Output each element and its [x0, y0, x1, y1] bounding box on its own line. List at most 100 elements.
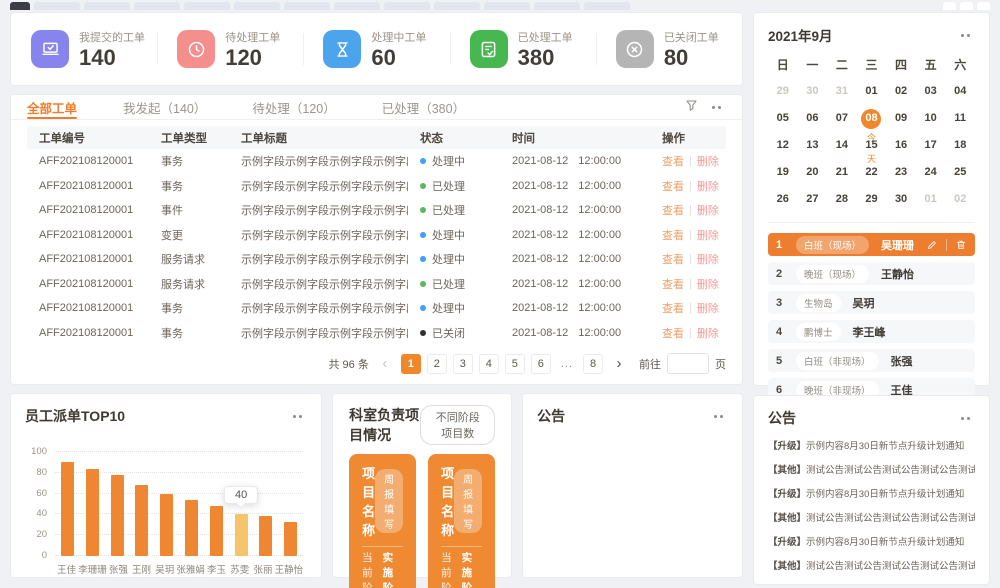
browser-tab[interactable] — [234, 2, 280, 10]
calendar-date[interactable]: 14 — [827, 135, 857, 156]
bar-王静怡[interactable] — [278, 452, 303, 556]
weekly-report-badge[interactable]: 周报填写 — [375, 469, 403, 533]
browser-tab[interactable] — [284, 2, 330, 10]
bar-张丽[interactable] — [254, 452, 279, 556]
notice-item[interactable]: 【升级】示例内容8月30日新节点升级计划通知 — [768, 438, 975, 452]
view-link[interactable]: 查看 — [662, 300, 684, 316]
workorders-tab[interactable]: 已处理（380） — [382, 95, 465, 119]
page-button[interactable]: 3 — [453, 354, 473, 374]
more-icon[interactable] — [714, 409, 728, 423]
browser-tab[interactable] — [184, 2, 230, 10]
calendar-date[interactable]: 26 — [768, 189, 798, 210]
calendar-date[interactable]: 13 — [798, 135, 828, 156]
calendar-date[interactable]: 03 — [916, 81, 946, 102]
view-link[interactable]: 查看 — [662, 178, 684, 194]
calendar-date[interactable]: 22 — [857, 162, 887, 183]
browser-tab[interactable] — [434, 2, 480, 10]
shift-row[interactable]: 5 白班（非现场） 张强 — [768, 349, 975, 372]
delete-link[interactable]: 删除 — [697, 227, 719, 243]
calendar-date[interactable]: 30 — [798, 81, 828, 102]
calendar-date[interactable]: 29 — [857, 189, 887, 210]
prev-page-button[interactable] — [375, 354, 395, 374]
browser-tab[interactable] — [484, 2, 530, 10]
notice-item[interactable]: 【其他】测试公告测试公告测试公告测试公告测试公告 — [768, 558, 975, 572]
calendar-date[interactable]: 06 — [798, 108, 828, 129]
browser-tab[interactable] — [534, 2, 580, 10]
page-button[interactable]: 5 — [505, 354, 525, 374]
delete-link[interactable]: 删除 — [697, 251, 719, 267]
calendar-date[interactable]: 29 — [768, 81, 798, 102]
shift-row[interactable]: 4 鹏博士 李王峰 — [768, 320, 975, 343]
view-link[interactable]: 查看 — [662, 251, 684, 267]
calendar-date[interactable]: 12 — [768, 135, 798, 156]
more-icon[interactable] — [712, 100, 726, 114]
delete-link[interactable]: 删除 — [697, 202, 719, 218]
view-link[interactable]: 查看 — [662, 276, 684, 292]
calendar-date[interactable]: 02 — [886, 81, 916, 102]
calendar-date[interactable]: 08今天 — [857, 108, 887, 129]
shift-row[interactable]: 1 白班（现场） 吴珊珊 — [768, 233, 975, 256]
page-button[interactable]: 2 — [427, 354, 447, 374]
bar-张雅娟[interactable] — [179, 452, 204, 556]
shift-row[interactable]: 2 晚班（现场） 王静怡 — [768, 262, 975, 285]
view-link[interactable]: 查看 — [662, 325, 684, 341]
browser-control[interactable] — [977, 2, 990, 10]
page-button[interactable]: 4 — [479, 354, 499, 374]
notice-item[interactable]: 【升级】示例内容8月30日新节点升级计划通知 — [768, 534, 975, 548]
browser-tab[interactable] — [34, 2, 80, 10]
calendar-date[interactable]: 01 — [916, 189, 946, 210]
calendar-date[interactable]: 25 — [945, 162, 975, 183]
calendar-date[interactable]: 30 — [886, 189, 916, 210]
browser-tab[interactable] — [134, 2, 180, 10]
edit-icon[interactable] — [926, 239, 938, 251]
more-icon[interactable] — [961, 411, 975, 425]
calendar-date[interactable]: 23 — [886, 162, 916, 183]
bar-李玉[interactable] — [204, 452, 229, 556]
delete-link[interactable]: 删除 — [697, 276, 719, 292]
shift-row[interactable]: 3 生物岛 吴玥 — [768, 291, 975, 314]
delete-link[interactable]: 删除 — [697, 153, 719, 169]
page-button[interactable]: 1 — [401, 354, 421, 374]
bar-吴玥[interactable] — [154, 452, 179, 556]
calendar-date[interactable]: 09 — [886, 108, 916, 129]
calendar-date[interactable]: 19 — [768, 162, 798, 183]
delete-link[interactable]: 删除 — [697, 178, 719, 194]
notice-item[interactable]: 【其他】测试公告测试公告测试公告测试公告测试公告 — [768, 462, 975, 476]
calendar-date[interactable]: 05 — [768, 108, 798, 129]
calendar-date[interactable]: 07 — [827, 108, 857, 129]
calendar-date[interactable]: 21 — [827, 162, 857, 183]
trash-icon[interactable] — [955, 239, 967, 251]
more-icon[interactable] — [961, 28, 975, 42]
delete-link[interactable]: 删除 — [697, 300, 719, 316]
calendar-date[interactable]: 01 — [857, 81, 887, 102]
calendar-date[interactable]: 28 — [827, 189, 857, 210]
bar-王刚[interactable] — [129, 452, 154, 556]
notice-item[interactable]: 【其他】测试公告测试公告测试公告测试公告测试公告 — [768, 510, 975, 524]
notice-item[interactable]: 【升级】示例内容8月30日新节点升级计划通知 — [768, 486, 975, 500]
calendar-date[interactable]: 20 — [798, 162, 828, 183]
bar-张强[interactable] — [105, 452, 130, 556]
next-page-button[interactable] — [609, 354, 629, 374]
calendar-date[interactable]: 04 — [945, 81, 975, 102]
workorders-tab[interactable]: 全部工单 — [27, 95, 77, 119]
calendar-date[interactable]: 11 — [945, 108, 975, 129]
filter-icon[interactable] — [685, 99, 698, 115]
goto-page-input[interactable] — [667, 353, 709, 374]
browser-tab[interactable] — [384, 2, 430, 10]
more-icon[interactable] — [293, 409, 307, 423]
bar-王佳[interactable] — [55, 452, 80, 556]
bar-苏雯[interactable]: 40 — [229, 452, 254, 556]
stage-count-button[interactable]: 不同阶段项目数 — [420, 405, 495, 445]
calendar-date[interactable]: 15 — [857, 135, 887, 156]
calendar-date[interactable]: 24 — [916, 162, 946, 183]
calendar-date[interactable]: 31 — [827, 81, 857, 102]
calendar-date[interactable]: 18 — [945, 135, 975, 156]
view-link[interactable]: 查看 — [662, 153, 684, 169]
browser-tab[interactable] — [334, 2, 380, 10]
workorders-tab[interactable]: 待处理（120） — [252, 95, 335, 119]
workorders-tab[interactable]: 我发起（140） — [123, 95, 206, 119]
calendar-date[interactable]: 02 — [945, 189, 975, 210]
view-link[interactable]: 查看 — [662, 202, 684, 218]
browser-tab[interactable] — [84, 2, 130, 10]
calendar-date[interactable]: 16 — [886, 135, 916, 156]
